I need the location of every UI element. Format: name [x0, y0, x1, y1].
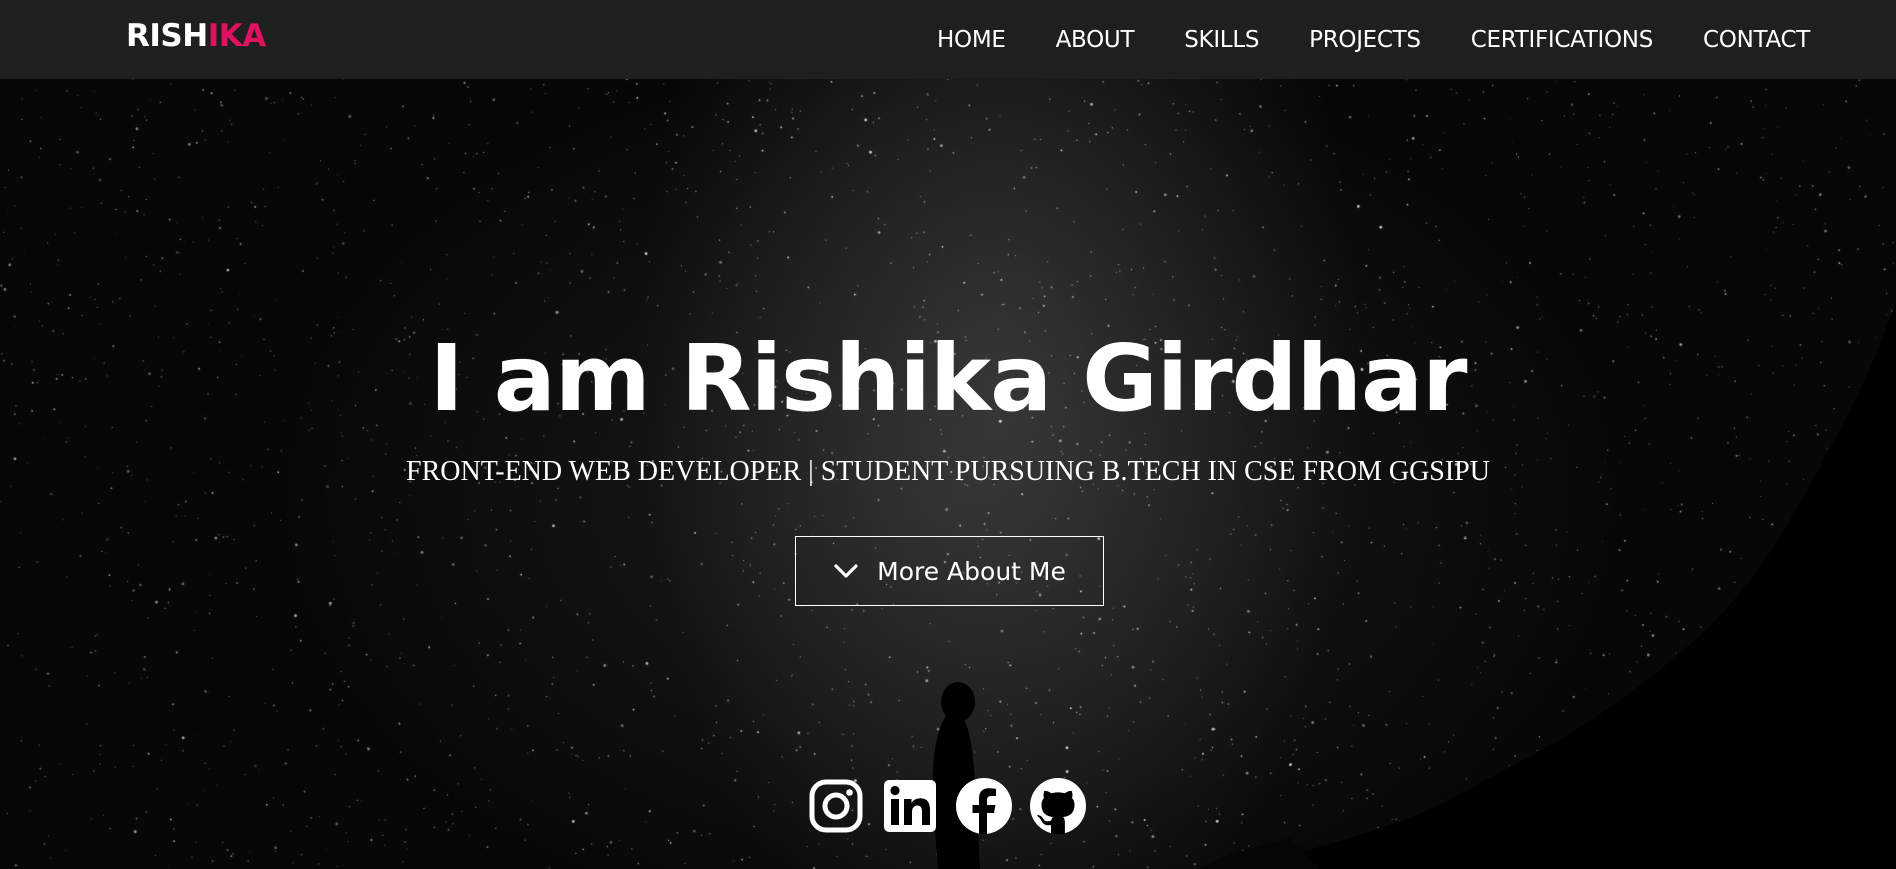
- nav-link-contact[interactable]: CONTACT: [1703, 27, 1810, 53]
- navbar: RISHIKA HOME ABOUT SKILLS PROJECTS CERTI…: [0, 0, 1896, 79]
- nav-link-projects[interactable]: PROJECTS: [1309, 27, 1421, 53]
- logo-text-accent: IKA: [207, 18, 267, 54]
- logo-text-white: RISH: [126, 18, 208, 54]
- more-about-me-label: More About Me: [877, 556, 1066, 586]
- nav-link-about[interactable]: ABOUT: [1056, 27, 1135, 53]
- hero-title: I am Rishika Girdhar: [429, 325, 1468, 432]
- nav-link-home[interactable]: HOME: [937, 27, 1006, 53]
- linkedin-icon[interactable]: [880, 776, 940, 836]
- site-logo[interactable]: RISHIKA: [126, 18, 266, 54]
- instagram-icon[interactable]: [806, 776, 866, 836]
- main-nav: HOME ABOUT SKILLS PROJECTS CERTIFICATION…: [887, 0, 1810, 79]
- nav-link-certifications[interactable]: CERTIFICATIONS: [1471, 27, 1654, 53]
- github-icon[interactable]: [1028, 776, 1088, 836]
- nav-link-skills[interactable]: SKILLS: [1184, 27, 1259, 53]
- hero-subtitle: FRONT-END WEB DEVELOPER | STUDENT PURSUI…: [406, 456, 1490, 487]
- hill-silhouette-image: [932, 300, 1896, 869]
- facebook-icon[interactable]: [954, 776, 1014, 836]
- more-about-me-button[interactable]: More About Me: [795, 536, 1104, 606]
- hero-page: RISHIKA HOME ABOUT SKILLS PROJECTS CERTI…: [0, 0, 1896, 869]
- chevron-down-icon: [833, 562, 859, 580]
- social-links: [806, 776, 1088, 836]
